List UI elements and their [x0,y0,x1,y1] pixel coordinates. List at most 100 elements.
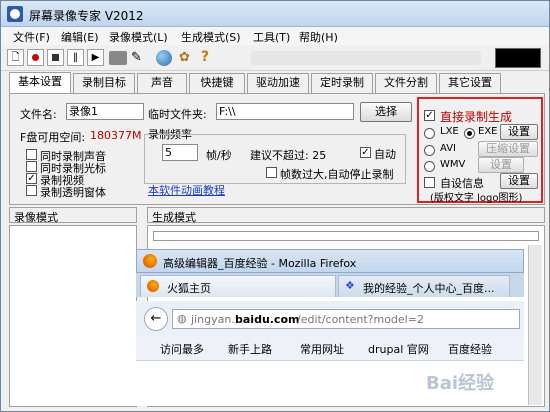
play-icon[interactable]: ▶ [87,49,104,66]
suggest-text: 建议不超过: 25 [250,149,327,162]
exe-setup-button[interactable]: 设置 [500,124,538,140]
auto-checkbox[interactable]: ✓ [360,147,371,158]
menu-tools[interactable]: 工具(T) [253,29,290,45]
bookmark-baidu-experience[interactable]: 百度经验 [448,341,492,357]
back-button-icon[interactable]: ← [144,307,168,331]
url-domain: baidu.com [235,313,300,326]
camera-icon[interactable] [109,51,127,65]
firefox-nav-bar: ← ◍ jingyan. baidu.com /edit/content?mod… [136,301,524,335]
firefox-tab-home[interactable]: 火狐主页 [140,275,336,297]
filename-input[interactable]: 录像1 [66,103,144,120]
menu-edit[interactable]: 编辑(E) [61,29,99,45]
menu-help[interactable]: 帮助(H) [299,29,338,45]
globe-url-icon: ◍ [177,312,187,325]
url-prefix: jingyan. [191,313,235,326]
tab-sound[interactable]: 声音 [137,73,187,93]
pause-icon[interactable]: ‖ [67,49,84,66]
exe-radio[interactable] [464,128,475,139]
title-bar: 屏幕录像专家 V2012 [1,1,549,27]
custom-info-checkbox[interactable] [424,177,435,188]
pen-icon[interactable]: ✎ [131,50,142,65]
record-list-pane[interactable] [9,225,137,407]
baidu-paw-icon: ❖ [345,279,355,292]
compress-setup-button[interactable]: 压缩设置 [478,141,538,157]
record-video-checkbox[interactable]: ✓ [26,173,37,184]
auto-label: 自动 [374,148,396,161]
menu-file[interactable]: 文件(F) [13,29,50,45]
preview-box [495,48,541,68]
record-cursor-checkbox[interactable] [26,161,37,172]
tab-other[interactable]: 其它设置 [439,73,501,93]
direct-generate-label: 直接录制生成 [440,110,513,124]
settings-icon[interactable]: ✿ [179,50,190,65]
firefox-tab1-label: 火狐主页 [167,282,211,295]
firefox-title-bar: 高级编辑器_百度经验 - Mozilla Firefox [136,249,524,273]
new-file-icon[interactable]: 🗋 [7,49,24,66]
record-sound-checkbox[interactable] [26,149,37,160]
firefox-icon [143,254,157,268]
wmv-radio[interactable] [424,161,435,172]
firefox-tab2-label: 我的经验_个人中心_百度... [363,282,495,295]
lxe-label: LXE [440,126,459,137]
free-space-label: F盘可用空间: [20,131,86,144]
url-path: /edit/content?model=2 [297,313,424,326]
choose-folder-button[interactable]: 选择 [360,102,412,122]
firefox-page-content: Bai经验 [136,361,524,406]
lxe-radio[interactable] [424,128,435,139]
record-transparent-label: 录制透明窗体 [40,186,106,199]
record-mode-tab[interactable]: 录像模式 [9,207,137,224]
toolbar: 🗋 ‖ ▶ ✎ ✿ ? [1,45,549,71]
bookmark-most-visited[interactable]: 访问最多 [160,341,204,357]
wmv-setup-button[interactable]: 设置 [478,157,524,173]
free-space-value: 180377M [90,129,142,142]
firefox-tab-experience[interactable]: ❖ 我的经验_个人中心_百度... [338,275,510,297]
url-bar[interactable]: ◍ jingyan. baidu.com /edit/content?model… [172,309,520,329]
avi-radio[interactable] [424,145,435,156]
menu-record-mode[interactable]: 录像模式(L) [109,29,168,45]
preview-scrollbar[interactable] [528,245,542,405]
tab-split[interactable]: 文件分割 [375,73,437,93]
stop-icon[interactable] [47,49,64,66]
main-window: 屏幕录像专家 V2012 文件(F) 编辑(E) 录像模式(L) 生成模式(S)… [0,0,550,412]
avi-label: AVI [440,143,456,154]
filename-label: 文件名: [20,108,57,121]
record-transparent-checkbox[interactable] [26,185,37,196]
menu-generate-mode[interactable]: 生成模式(S) [181,29,241,45]
app-icon [7,6,23,22]
tab-driver[interactable]: 驱动加速 [247,73,309,93]
help-icon[interactable]: ? [201,49,209,65]
bookmark-common-sites[interactable]: 常用网址 [300,341,344,357]
tab-schedule[interactable]: 定时录制 [311,73,373,93]
baidu-watermark: Bai经验 [426,373,495,394]
firefox-home-icon [147,280,159,292]
blurred-toolbar-area [251,51,481,65]
bookmark-getting-started[interactable]: 新手上路 [228,341,272,357]
generate-mode-tab[interactable]: 生成模式 [147,207,545,224]
custom-info-setup-button[interactable]: 设置 [500,173,538,189]
basic-settings-panel: 文件名: 录像1 临时文件夹: F:\\ 选择 F盘可用空间: 180377M … [9,93,545,205]
preview-progress [153,231,539,241]
temp-folder-input[interactable]: F:\\ [216,103,354,120]
auto-stop-label: 帧数过大,自动停止录制 [280,168,394,181]
record-icon[interactable] [27,49,44,66]
tab-target[interactable]: 录制目标 [73,73,135,93]
firefox-title: 高级编辑器_百度经验 - Mozilla Firefox [163,257,357,270]
framerate-unit: 帧/秒 [206,149,232,162]
framerate-input[interactable]: 5 [162,144,198,161]
tab-hotkey[interactable]: 快捷键 [189,73,245,93]
tab-basic[interactable]: 基本设置 [9,72,71,94]
bookmark-drupal[interactable]: drupal 官网 [368,341,429,357]
firefox-tab-strip: 火狐主页 ❖ 我的经验_个人中心_百度... [136,273,524,297]
auto-stop-checkbox[interactable] [266,167,277,178]
copyright-text: (版权文字 logo图形) [430,193,523,204]
firefox-bookmarks-bar: 访问最多 新手上路 常用网址 drupal 官网 百度经验 [136,335,524,361]
temp-folder-label: 临时文件夹: [148,108,207,121]
direct-generate-checkbox[interactable]: ✓ [424,110,435,121]
generate-mode-label: 生成模式 [152,211,196,224]
exe-label: EXE [478,126,498,137]
wmv-label: WMV [440,159,466,170]
menu-bar: 文件(F) 编辑(E) 录像模式(L) 生成模式(S) 工具(T) 帮助(H) [1,27,549,45]
globe-icon[interactable] [156,50,172,66]
tutorial-link[interactable]: 本软件动画教程 [148,182,225,198]
window-title: 屏幕录像专家 V2012 [29,9,144,23]
